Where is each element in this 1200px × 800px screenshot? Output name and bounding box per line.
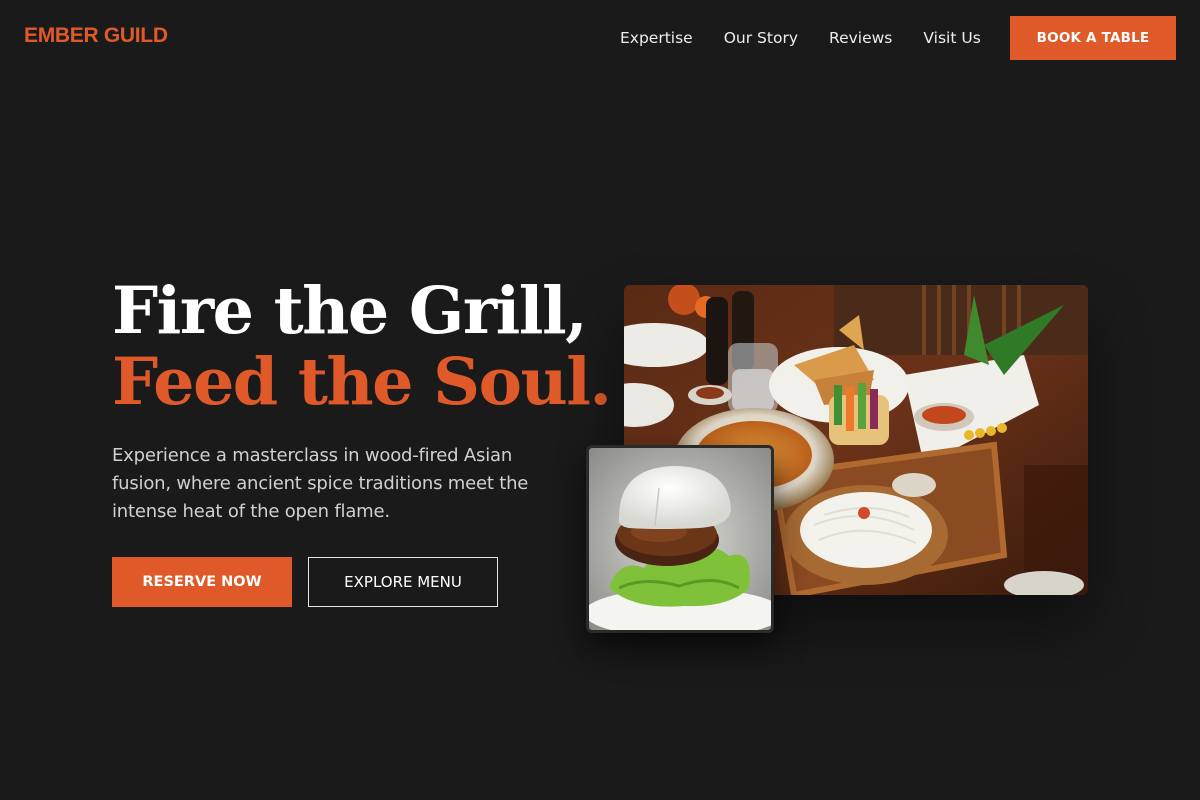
nav-links: Expertise Our Story Reviews Visit Us [620, 28, 1012, 48]
bao-bun-photo [586, 445, 774, 633]
explore-menu-button[interactable]: EXPLORE MENU [308, 557, 498, 607]
brand-logo[interactable]: EMBER GUILD [24, 24, 168, 48]
headline-line-2: Feed the Soul. [112, 344, 612, 420]
nav-link-visit-us[interactable]: Visit Us [923, 28, 980, 48]
page: EMBER GUILD Expertise Our Story Reviews … [0, 0, 1200, 800]
top-nav: EMBER GUILD Expertise Our Story Reviews … [0, 0, 1200, 76]
book-a-table-button[interactable]: BOOK A TABLE [1010, 16, 1176, 60]
hero-description: Experience a masterclass in wood-fired A… [112, 445, 529, 522]
nav-link-expertise[interactable]: Expertise [620, 28, 693, 48]
hero-headline: Fire the Grill, Feed the Soul. [112, 273, 612, 420]
nav-link-reviews[interactable]: Reviews [829, 28, 892, 48]
nav-link-our-story[interactable]: Our Story [724, 28, 798, 48]
reserve-now-button[interactable]: RESERVE NOW [112, 557, 292, 607]
bao-bun-illustration [589, 448, 771, 630]
headline-line-1: Fire the Grill, [112, 273, 588, 349]
